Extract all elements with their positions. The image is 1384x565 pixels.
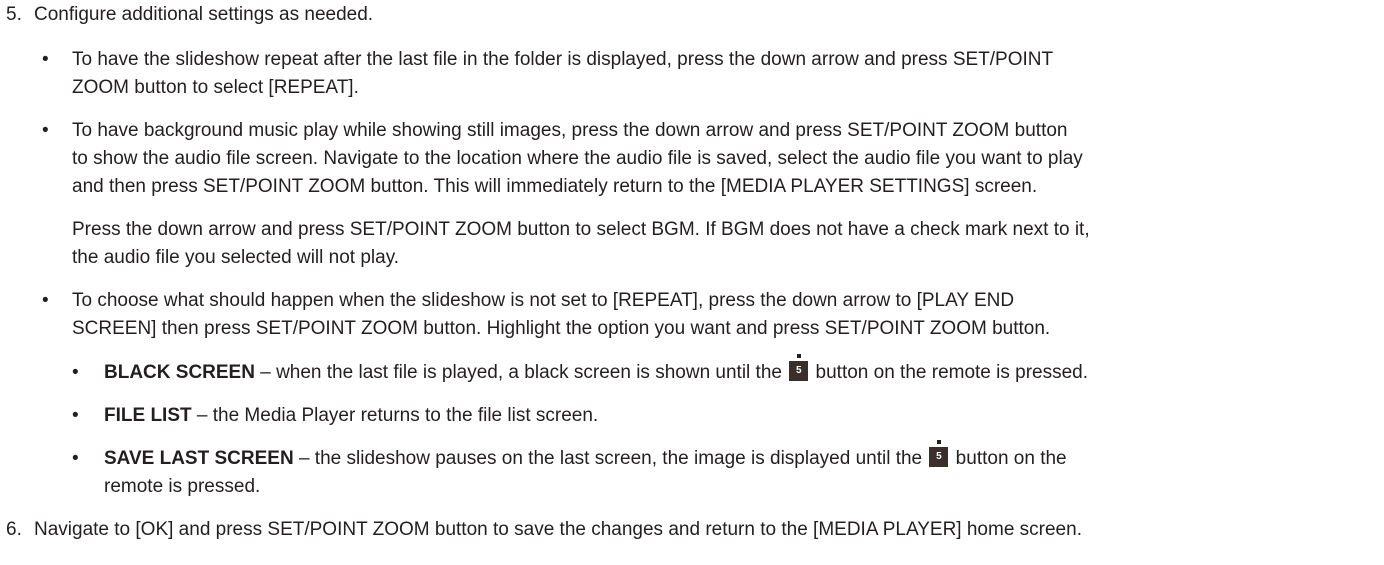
bullet-marker: • xyxy=(72,362,79,383)
bullet-text-line: and then press SET/POINT ZOOM button. Th… xyxy=(72,176,1038,197)
bullet-text-line: To choose what should happen when the sl… xyxy=(72,290,1015,311)
option-text-line: remote is pressed. xyxy=(104,476,261,497)
remote-5-button-icon: 5 xyxy=(929,440,949,467)
bullet-marker: • xyxy=(42,49,49,70)
remote-5-button-icon: 5 xyxy=(789,354,809,381)
bullet-text-line: ZOOM button to select [REPEAT]. xyxy=(72,77,359,98)
option-text: button on the xyxy=(950,448,1067,469)
option-line: SAVE LAST SCREEN – the slideshow pauses … xyxy=(104,440,1067,473)
option-text: – when the last file is played, a black … xyxy=(254,362,788,383)
bullet-marker: • xyxy=(42,290,49,311)
option-text: – the slideshow pauses on the last scree… xyxy=(293,448,928,469)
bullet-text-line: To have background music play while show… xyxy=(72,120,1068,141)
option-title: FILE LIST xyxy=(104,405,192,426)
button-label: 5 xyxy=(929,447,949,467)
option-title: SAVE LAST SCREEN xyxy=(104,448,294,469)
button-indicator-dot xyxy=(937,440,942,444)
step-text: Navigate to [OK] and press SET/POINT ZOO… xyxy=(34,519,1082,540)
note-text-line: the audio file you selected will not pla… xyxy=(72,247,400,268)
option-line: BLACK SCREEN – when the last file is pla… xyxy=(104,354,1089,387)
bullet-marker: • xyxy=(72,405,79,426)
option-line: FILE LIST – the Media Player returns to … xyxy=(104,402,598,430)
button-indicator-dot xyxy=(797,354,802,358)
bullet-text-line: SCREEN] then press SET/POINT ZOOM button… xyxy=(72,318,1051,339)
option-text: – the Media Player returns to the file l… xyxy=(191,405,599,426)
note-text-line: Press the down arrow and press SET/POINT… xyxy=(72,219,1090,240)
step-number: 5. xyxy=(6,4,22,25)
bullet-text-line: To have the slideshow repeat after the l… xyxy=(72,49,1054,70)
option-title: BLACK SCREEN xyxy=(104,362,255,383)
step-number: 6. xyxy=(6,519,22,540)
bullet-text-line: to show the audio file screen. Navigate … xyxy=(72,148,1083,169)
bullet-marker: • xyxy=(42,120,49,141)
bullet-marker: • xyxy=(72,448,79,469)
option-text: button on the remote is pressed. xyxy=(810,362,1089,383)
step-text: Configure additional settings as needed. xyxy=(34,4,374,25)
button-label: 5 xyxy=(789,361,809,381)
